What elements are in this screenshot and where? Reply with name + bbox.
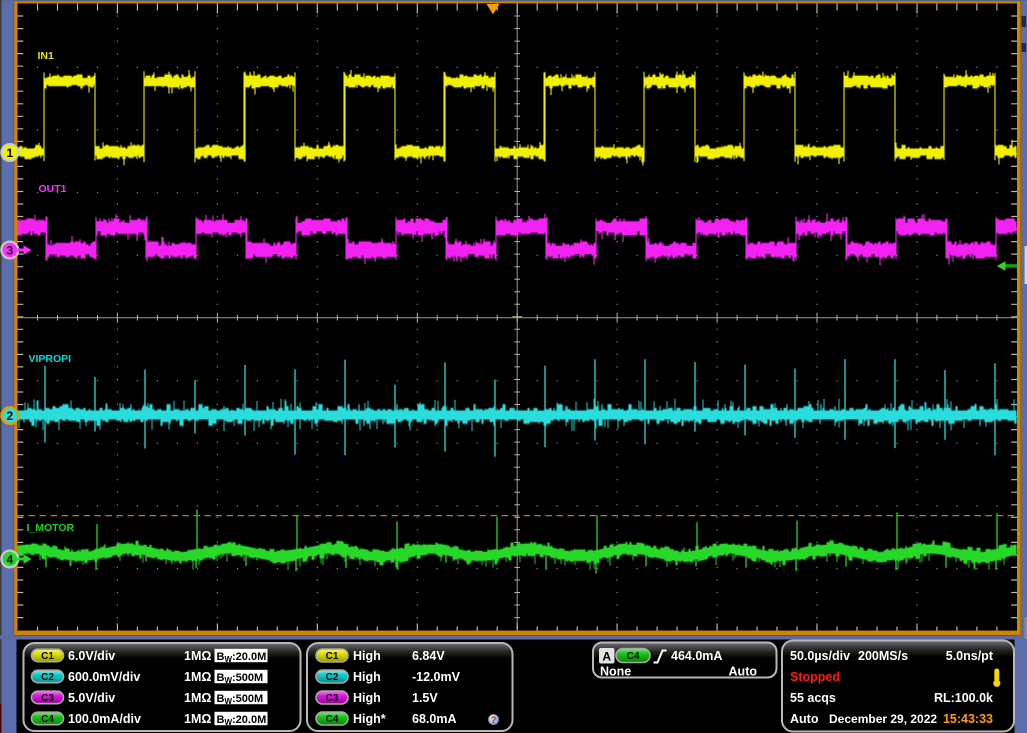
svg-text:BW:20.0M: BW:20.0M: [217, 714, 267, 727]
svg-text:C4: C4: [41, 714, 54, 725]
svg-text:5.0V/div: 5.0V/div: [68, 691, 115, 705]
svg-text:OUT1: OUT1: [39, 183, 67, 195]
svg-text:C2: C2: [41, 672, 54, 683]
svg-text:I_MOTOR: I_MOTOR: [27, 522, 75, 534]
svg-text:C2: C2: [326, 672, 339, 683]
svg-text:1: 1: [6, 146, 13, 160]
svg-text:1.5V: 1.5V: [412, 691, 438, 705]
svg-text:C3: C3: [326, 693, 339, 704]
svg-text:-12.0mV: -12.0mV: [412, 670, 461, 684]
svg-text:C4: C4: [326, 714, 339, 725]
svg-text:6.84V: 6.84V: [412, 649, 445, 663]
svg-text:3: 3: [6, 243, 13, 257]
svg-text:1MΩ: 1MΩ: [184, 649, 211, 663]
svg-text:C3: C3: [41, 693, 54, 704]
svg-text:464.0mA: 464.0mA: [671, 649, 722, 663]
svg-text:High*: High*: [353, 712, 386, 726]
svg-text:Auto: Auto: [729, 664, 758, 678]
svg-text:BW:20.0M: BW:20.0M: [217, 651, 267, 664]
svg-text:December 29, 2022: December 29, 2022: [829, 712, 937, 726]
svg-text:100.0mA/div: 100.0mA/div: [68, 712, 141, 726]
svg-text:1MΩ: 1MΩ: [184, 670, 211, 684]
svg-text:BW:500M: BW:500M: [217, 693, 264, 706]
svg-text:VIPROPI: VIPROPI: [29, 353, 72, 365]
svg-text:50.0µs/div: 50.0µs/div: [790, 649, 850, 663]
svg-text:1MΩ: 1MΩ: [184, 691, 211, 705]
svg-text:6.0V/div: 6.0V/div: [68, 649, 115, 663]
svg-text:2: 2: [6, 409, 13, 423]
svg-text:15:43:33: 15:43:33: [943, 712, 993, 726]
svg-text:BW:500M: BW:500M: [217, 672, 264, 685]
svg-text:4: 4: [6, 552, 13, 566]
svg-text:None: None: [600, 664, 631, 678]
svg-text:RL:100.0k: RL:100.0k: [934, 691, 993, 705]
svg-text:IN1: IN1: [38, 50, 55, 62]
svg-text:600.0mV/div: 600.0mV/div: [68, 670, 140, 684]
svg-text:1MΩ: 1MΩ: [184, 712, 211, 726]
svg-text:55 acqs: 55 acqs: [790, 691, 836, 705]
svg-text:200MS/s: 200MS/s: [858, 649, 908, 663]
svg-text:?: ?: [491, 715, 497, 725]
svg-text:High: High: [353, 691, 381, 705]
svg-text:5.0ns/pt: 5.0ns/pt: [946, 649, 994, 663]
svg-text:High: High: [353, 670, 381, 684]
svg-text:C1: C1: [326, 651, 339, 662]
svg-text:High: High: [353, 649, 381, 663]
svg-text:A: A: [602, 649, 611, 663]
svg-text:Auto: Auto: [790, 712, 819, 726]
svg-text:C1: C1: [41, 651, 54, 662]
svg-text:Stopped: Stopped: [790, 670, 840, 684]
svg-text:C4: C4: [627, 651, 640, 662]
svg-text:68.0mA: 68.0mA: [412, 712, 456, 726]
